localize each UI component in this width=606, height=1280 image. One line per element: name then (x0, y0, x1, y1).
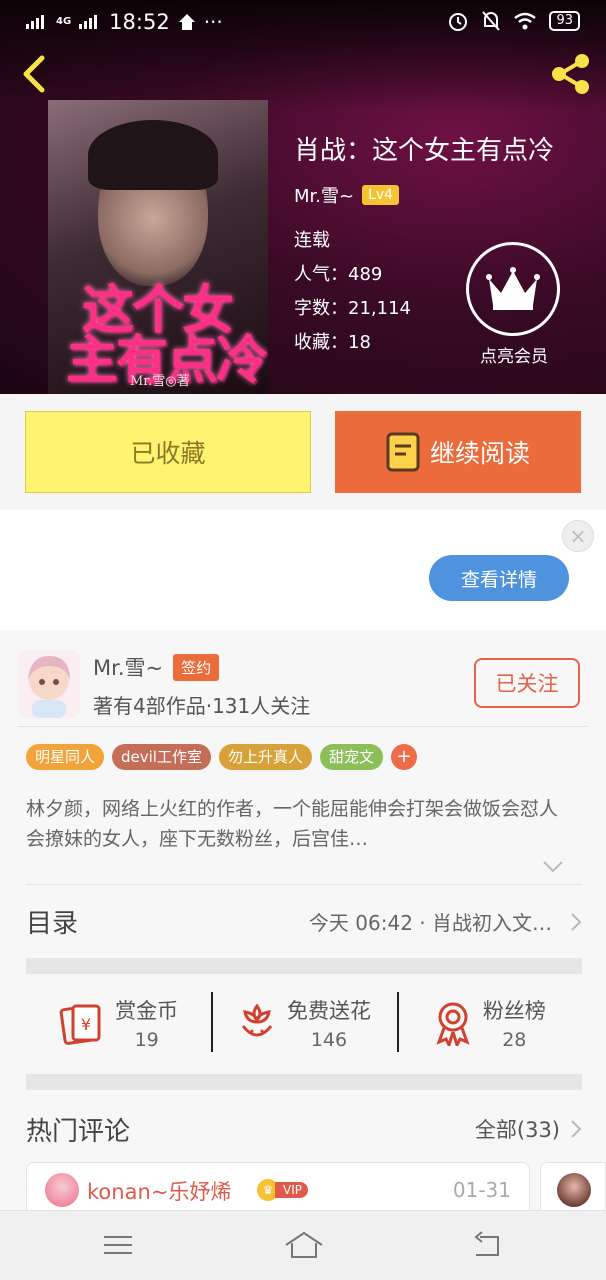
stat-label: 赏金币 (115, 999, 179, 1023)
coin-envelope-icon: ¥ (59, 1004, 101, 1045)
hot-comments-header: 热门评论 全部(33) (26, 1104, 582, 1154)
continue-reading-label: 继续阅读 (429, 439, 530, 468)
member-button[interactable]: 点亮会员 (466, 242, 562, 367)
book-details: Mr.雪~ 签约 著有4部作品·131人关注 已关注 明星同人 devil工作室… (0, 630, 606, 1222)
section-separator (26, 1074, 582, 1090)
popularity-label: 人气： (294, 264, 348, 285)
stat-label: 免费送花 (286, 999, 371, 1023)
favorites-value: 18 (348, 332, 371, 353)
signal-icon (26, 15, 44, 29)
send-flowers-button[interactable]: 免费送花 146 (211, 972, 396, 1074)
close-icon[interactable]: × (562, 520, 594, 552)
all-comments-link[interactable]: 全部(33) (475, 1114, 560, 1144)
signal-icon-2 (79, 15, 98, 29)
wifi-icon (514, 12, 537, 30)
battery-indicator: 93 (549, 11, 580, 31)
saved-button[interactable]: 已收藏 (25, 411, 311, 493)
stat-value: 19 (134, 1029, 159, 1051)
continue-reading-button[interactable]: 继续阅读 (335, 411, 581, 493)
ad-details-button[interactable]: 查看详情 (429, 555, 569, 601)
more-dots-icon: ··· (203, 10, 223, 34)
tag-item[interactable]: 明星同人 (26, 744, 105, 770)
hot-comments-title: 热门评论 (26, 1116, 131, 1147)
alarm-icon (449, 13, 468, 31)
tag-item[interactable]: 甜宠文 (320, 744, 384, 770)
book-title: 肖战：这个女主有点冷 (294, 136, 555, 166)
home-status-icon (178, 14, 195, 30)
vip-badge: ♛ VIP (257, 1179, 308, 1201)
member-label: 点亮会员 (480, 347, 548, 367)
more-tags-button[interactable]: + (391, 744, 418, 770)
commenter-name[interactable]: konan~乐妤烯 (87, 1176, 231, 1206)
table-of-contents-row[interactable]: 目录 今天 06:42 · 肖战初入文… (26, 884, 582, 958)
latest-chapter: 今天 06:42 · 肖战初入文… (308, 911, 552, 935)
chevron-down-icon[interactable] (542, 860, 564, 874)
stat-value: 28 (502, 1029, 527, 1051)
reward-coins-button[interactable]: ¥ 赏金币 19 (26, 972, 211, 1074)
tag-item[interactable]: 勿上升真人 (218, 744, 312, 770)
author-avatar[interactable] (18, 650, 80, 718)
ad-banner: × 查看详情 (0, 510, 606, 630)
mute-bell-icon (482, 11, 501, 31)
stat-value: 146 (310, 1029, 348, 1051)
comment-date: 01-31 (452, 1178, 511, 1202)
network-type: 4G (56, 16, 72, 27)
tag-list: 明星同人 devil工作室 勿上升真人 甜宠文 + (26, 744, 418, 770)
book-status: 连载 (294, 230, 330, 251)
commenter-avatar[interactable] (557, 1173, 591, 1207)
favorites-label: 收藏： (294, 332, 348, 353)
action-bar: 已收藏 继续阅读 (0, 394, 606, 510)
stat-label: 粉丝榜 (482, 999, 546, 1023)
book-hero: 4G 18:52 ··· 93 这个女 主有点冷 Mr.雪◎著 肖战：这个女主有… (0, 0, 606, 394)
flower-icon (241, 1003, 273, 1037)
cover-author: Mr.雪◎著 (130, 374, 190, 389)
svg-text:¥: ¥ (81, 1015, 91, 1034)
clock: 18:52 (109, 10, 170, 34)
divider (18, 726, 588, 727)
author-name: Mr.雪~ (93, 656, 164, 680)
chevron-right-icon[interactable] (570, 1119, 582, 1139)
vip-label: VIP (275, 1182, 308, 1198)
back-icon[interactable] (470, 1229, 506, 1261)
back-arrow-icon[interactable] (14, 52, 54, 96)
toc-title: 目录 (26, 909, 79, 939)
book-author: Mr.雪~ (294, 186, 355, 207)
cover-hair (88, 120, 218, 190)
book-icon (386, 432, 420, 472)
stats-row: ¥ 赏金币 19 免费送花 146 粉丝榜 28 (26, 972, 582, 1074)
fan-ranking-button[interactable]: 粉丝榜 28 (396, 972, 582, 1074)
home-icon[interactable] (284, 1229, 324, 1261)
author-summary: 著有4部作品·131人关注 (93, 694, 311, 718)
author-level-badge: Lv4 (362, 185, 400, 205)
signed-badge: 签约 (173, 653, 220, 681)
status-bar: 4G 18:52 ··· 93 (0, 0, 606, 46)
book-favorites: 收藏：18 (294, 328, 371, 354)
book-popularity: 人气：489 (294, 260, 382, 286)
author-name-row[interactable]: Mr.雪~ 签约 (93, 652, 220, 682)
avatar-illustration (28, 656, 70, 718)
tag-item[interactable]: devil工作室 (112, 744, 211, 770)
system-nav-bar (0, 1210, 606, 1280)
book-author-row[interactable]: Mr.雪~ Lv4 (294, 182, 400, 208)
word-count-value: 21,114 (348, 298, 411, 319)
menu-icon[interactable] (100, 1229, 136, 1261)
crown-icon (486, 267, 540, 310)
share-icon[interactable] (546, 50, 594, 98)
medal-icon (436, 1002, 470, 1046)
commenter-avatar[interactable] (45, 1173, 79, 1207)
word-count-label: 字数： (294, 298, 348, 319)
book-cover[interactable]: 这个女 主有点冷 Mr.雪◎著 (48, 100, 268, 394)
crown-circle (466, 242, 560, 336)
popularity-value: 489 (348, 264, 383, 285)
chevron-right-icon (571, 912, 582, 931)
book-word-count: 字数：21,114 (294, 294, 411, 320)
follow-button[interactable]: 已关注 (474, 658, 580, 708)
book-description: 林夕颜，网络上火红的作者，一个能屈能伸会打架会做饭会怼人会撩妹的女人，座下无数粉… (26, 798, 559, 850)
